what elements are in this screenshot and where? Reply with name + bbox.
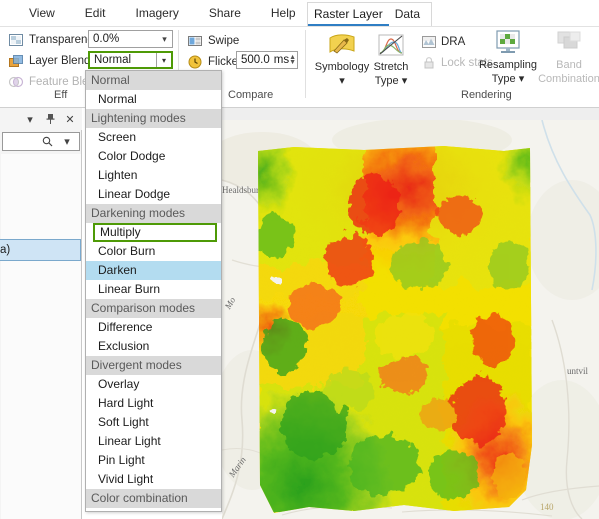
search-icon[interactable]: [39, 134, 55, 150]
menu-bar: View Edit Imagery Share Help: [0, 0, 599, 26]
ribbon-top-rule: [0, 26, 599, 27]
chevron-down-icon[interactable]: ▾: [59, 134, 75, 150]
basemap-label-yountville: untvil: [567, 366, 589, 376]
layer-blend-value: Normal: [94, 54, 132, 66]
dropdown-item-screen[interactable]: Screen: [86, 128, 221, 147]
symbology-icon: [311, 30, 373, 60]
dropdown-item-hard-light[interactable]: Hard Light: [86, 394, 221, 413]
search-input[interactable]: ▾: [2, 132, 80, 151]
menu-item-help[interactable]: Help: [260, 3, 307, 23]
stretch-type-chevron-down-icon[interactable]: ▾: [402, 75, 408, 87]
dra-row[interactable]: DRA: [421, 34, 465, 50]
contextual-tab-group: Raster Layer Data: [307, 2, 432, 26]
layer-blend-dropdown-list[interactable]: Normal Normal Lightening modes Screen Color …: [85, 70, 222, 512]
stretch-type-label-line2: Type ▾: [374, 74, 408, 87]
resampling-type-label-line1: Resampling: [478, 59, 538, 71]
resampling-type-label-line2: Type ▾: [491, 72, 525, 85]
swipe-label: Swipe: [208, 34, 240, 47]
symbology-label: Symbology: [314, 61, 370, 73]
dropdown-item-darken[interactable]: Darken: [86, 261, 221, 280]
dropdown-item-vivid-light[interactable]: Vivid Light: [86, 470, 221, 489]
lock-icon: [421, 55, 437, 71]
resampling-type-icon: [477, 28, 539, 58]
contents-pane: ▾ ✕ ▾ a): [0, 108, 82, 519]
flicker-units: ms: [273, 54, 290, 66]
chevron-down-icon[interactable]: ▾: [156, 53, 171, 67]
flicker-value: 500.0: [241, 54, 270, 66]
dropdown-item-overlay[interactable]: Overlay: [86, 375, 221, 394]
resampling-chevron-down-icon[interactable]: ▾: [519, 73, 525, 85]
stretch-type-label-line1: Stretch: [373, 61, 409, 73]
dra-label: DRA: [441, 36, 466, 48]
tab-raster-layer[interactable]: Raster Layer: [308, 3, 389, 26]
layer-blend-label: Layer Blend: [29, 54, 91, 67]
dropdown-item-exclusion[interactable]: Exclusion: [86, 337, 221, 356]
dropdown-item-normal[interactable]: Normal: [86, 90, 221, 109]
effects-group-label: Eff: [54, 89, 68, 101]
compare-group-label: Compare: [228, 89, 274, 101]
stretch-type-icon: [366, 30, 416, 60]
pane-titlebar: ▾ ✕: [0, 108, 82, 130]
raster-layer[interactable]: [254, 145, 534, 515]
dropdown-group-header: Normal: [86, 71, 221, 90]
flicker-row[interactable]: Flicker: [187, 52, 242, 71]
tab-data[interactable]: Data: [389, 3, 426, 24]
menu-item-share[interactable]: Share: [198, 3, 252, 23]
dropdown-group-header: Darkening modes: [86, 204, 221, 223]
contents-selected-layer[interactable]: a): [0, 239, 81, 261]
dropdown-item-color-burn[interactable]: Color Burn: [86, 242, 221, 261]
flicker-icon: [187, 54, 203, 70]
basemap[interactable]: Healdsburg untvil Marin Mo 140: [222, 120, 599, 519]
dropdown-item-linear-dodge[interactable]: Linear Dodge: [86, 185, 221, 204]
spinner-arrows-icon[interactable]: ▲ ▼: [289, 54, 296, 66]
dra-icon: [421, 34, 437, 50]
layer-blend-row[interactable]: Layer Blend: [8, 51, 90, 70]
band-combination-label-line2: Combination: [538, 72, 599, 85]
swipe-row[interactable]: Swipe: [187, 31, 239, 50]
dropdown-item-linear-burn[interactable]: Linear Burn: [86, 280, 221, 299]
transparency-row[interactable]: Transparency: [8, 30, 99, 49]
dropdown-item-linear-light[interactable]: Linear Light: [86, 432, 221, 451]
chevron-down-icon[interactable]: ▾: [22, 111, 38, 127]
dropdown-item-multiply[interactable]: Multiply: [93, 223, 217, 242]
dropdown-item-soft-light[interactable]: Soft Light: [86, 413, 221, 432]
dropdown-item-color-dodge[interactable]: Color Dodge: [86, 147, 221, 166]
band-combination-button: Band Combination: [538, 28, 599, 85]
swipe-icon: [187, 33, 203, 49]
close-icon[interactable]: ✕: [62, 111, 78, 127]
transparency-combo[interactable]: 0.0% ▾: [88, 30, 173, 48]
symbology-chevron-down-icon[interactable]: ▾: [311, 75, 373, 88]
transparency-value: 0.0%: [93, 33, 120, 45]
menu-item-view[interactable]: View: [18, 3, 66, 23]
dropdown-item-difference[interactable]: Difference: [86, 318, 221, 337]
band-combination-icon: [538, 28, 599, 58]
dropdown-item-lighten[interactable]: Lighten: [86, 166, 221, 185]
stretch-type-button[interactable]: Stretch Type ▾: [366, 30, 416, 87]
group-separator-2: [305, 30, 306, 98]
dropdown-group-header: Divergent modes: [86, 356, 221, 375]
map-view[interactable]: Healdsburg untvil Marin Mo 140: [222, 108, 599, 519]
flicker-spinner[interactable]: 500.0 ms ▲ ▼: [236, 51, 298, 69]
rendering-group-label: Rendering: [461, 89, 512, 101]
contents-tree[interactable]: a): [0, 154, 81, 519]
layer-blend-icon: [8, 53, 24, 69]
dropdown-group-header: Comparison modes: [86, 299, 221, 318]
layer-blend-combo[interactable]: Normal ▾: [88, 51, 173, 69]
symbology-button[interactable]: Symbology ▾: [311, 30, 373, 87]
feature-blend-icon: [8, 74, 24, 90]
dropdown-group-header: Color combination modes: [86, 489, 221, 511]
resampling-type-button[interactable]: Resampling Type ▾: [477, 28, 539, 85]
pin-icon[interactable]: [42, 111, 58, 127]
chevron-down-icon[interactable]: ▾: [157, 34, 172, 45]
menu-item-imagery[interactable]: Imagery: [124, 3, 189, 23]
dropdown-group-header: Lightening modes: [86, 109, 221, 128]
transparency-icon: [8, 32, 24, 48]
dropdown-item-luminosity[interactable]: Luminosity: [86, 508, 221, 511]
basemap-label-140: 140: [540, 502, 554, 512]
dropdown-item-pin-light[interactable]: Pin Light: [86, 451, 221, 470]
band-combination-label-line1: Band: [556, 59, 582, 71]
menu-item-edit[interactable]: Edit: [74, 3, 117, 23]
